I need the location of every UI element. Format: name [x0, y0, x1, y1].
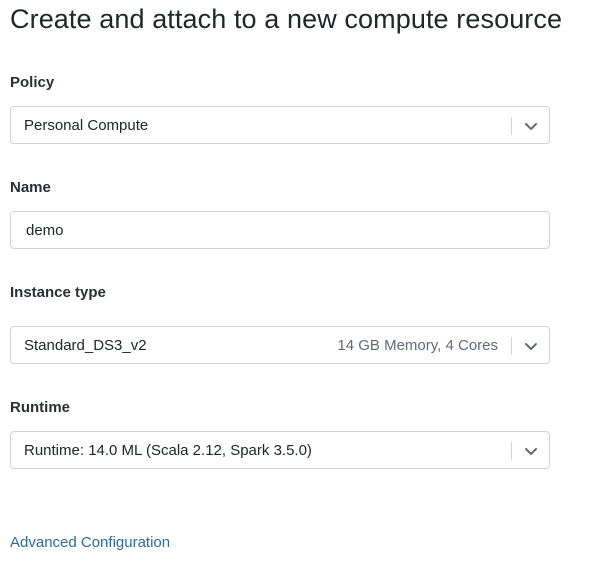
chevron-down-icon[interactable] — [523, 443, 539, 459]
chevron-down-icon[interactable] — [523, 338, 539, 354]
runtime-select[interactable]: Runtime: 14.0 ML (Scala 2.12, Spark 3.5.… — [10, 431, 550, 469]
dropdown-divider — [511, 442, 512, 460]
policy-select[interactable]: Personal Compute — [10, 106, 550, 144]
advanced-configuration-link[interactable]: Advanced Configuration — [10, 534, 170, 551]
dropdown-divider — [511, 117, 512, 135]
runtime-selected-value: Runtime: 14.0 ML (Scala 2.12, Spark 3.5.… — [24, 442, 312, 459]
instance-type-selected-value: Standard_DS3_v2 — [24, 337, 147, 354]
instance-type-detail: 14 GB Memory, 4 Cores — [337, 337, 498, 354]
name-label: Name — [10, 179, 51, 196]
page-title: Create and attach to a new compute resou… — [10, 4, 563, 34]
runtime-label: Runtime — [10, 399, 70, 416]
policy-label: Policy — [10, 74, 55, 91]
instance-type-label: Instance type — [10, 284, 106, 301]
name-input-value: demo — [26, 222, 64, 239]
chevron-down-icon[interactable] — [523, 118, 539, 134]
name-input[interactable]: demo — [10, 211, 550, 249]
dropdown-divider — [511, 337, 512, 355]
instance-type-select[interactable]: Standard_DS3_v2 14 GB Memory, 4 Cores — [10, 326, 550, 364]
policy-selected-value: Personal Compute — [24, 117, 149, 134]
